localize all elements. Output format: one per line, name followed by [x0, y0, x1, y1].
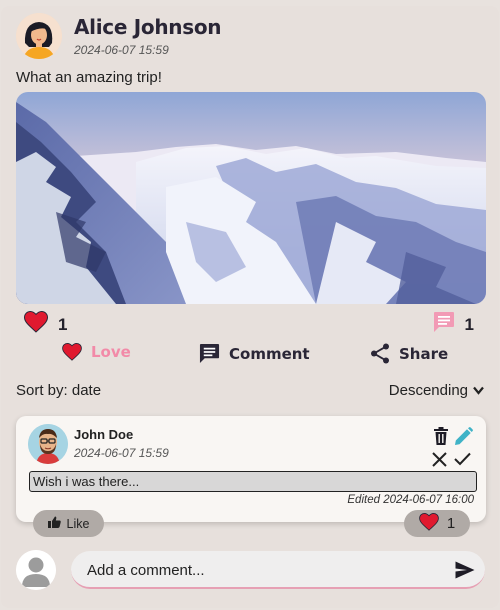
trash-icon[interactable]: [433, 427, 449, 445]
comment-edit-field[interactable]: [29, 471, 477, 492]
pencil-icon[interactable]: [454, 427, 473, 446]
check-icon[interactable]: [454, 452, 471, 466]
add-comment-input[interactable]: [87, 560, 447, 580]
love-label: Love: [91, 343, 131, 361]
comment-button[interactable]: Comment: [199, 343, 310, 364]
author-avatar[interactable]: [16, 13, 62, 59]
comment-bubble-icon: [433, 311, 455, 338]
likes-stat[interactable]: 1: [23, 310, 68, 338]
comment-reactions-count: 1: [446, 515, 456, 532]
comment-like-label: Like: [66, 516, 90, 531]
add-comment-box: [71, 551, 485, 589]
share-icon: [370, 343, 390, 364]
comment-timestamp: 2024-06-07 15:59: [74, 446, 169, 460]
post-header: Alice Johnson 2024-06-07 15:59: [16, 13, 222, 59]
send-icon[interactable]: [455, 561, 475, 579]
comment-tools: [432, 426, 473, 470]
comments-stat[interactable]: 1: [433, 311, 474, 338]
love-button[interactable]: Love: [62, 343, 131, 361]
post-stats: 1 1: [16, 310, 486, 338]
share-label: Share: [399, 344, 449, 363]
post-text: What an amazing trip!: [16, 69, 162, 86]
likes-count: 1: [58, 314, 68, 334]
post-image[interactable]: [16, 92, 486, 304]
share-button[interactable]: Share: [370, 343, 448, 364]
commenter-name[interactable]: John Doe: [74, 427, 133, 442]
post-actions: Love Comment Share: [16, 343, 486, 369]
comment-bubble-icon: [199, 343, 220, 364]
comment-edited-note: Edited 2024-06-07 16:00: [347, 494, 474, 506]
user-avatar-icon[interactable]: [16, 550, 56, 590]
heart-icon: [62, 343, 82, 361]
author-name[interactable]: Alice Johnson: [74, 15, 222, 39]
heart-icon: [23, 310, 49, 338]
sort-order-value: Descending: [388, 382, 468, 399]
comment-reactions-button[interactable]: 1: [404, 510, 470, 537]
chevron-down-icon: [468, 382, 484, 399]
comment-card: John Doe 2024-06-07 15:59 Edited 2024-06…: [16, 416, 486, 522]
thumbs-up-icon: [47, 516, 67, 531]
commenter-avatar[interactable]: [28, 424, 68, 464]
comments-count: 1: [464, 314, 474, 334]
sort-order-dropdown[interactable]: Descending: [389, 382, 484, 399]
post-timestamp: 2024-06-07 15:59: [74, 43, 169, 57]
sort-label: Sort by: date: [16, 382, 102, 399]
comment-label: Comment: [229, 344, 310, 363]
close-icon[interactable]: [432, 452, 447, 467]
heart-icon: [419, 512, 447, 535]
comment-like-button[interactable]: Like: [33, 510, 104, 537]
